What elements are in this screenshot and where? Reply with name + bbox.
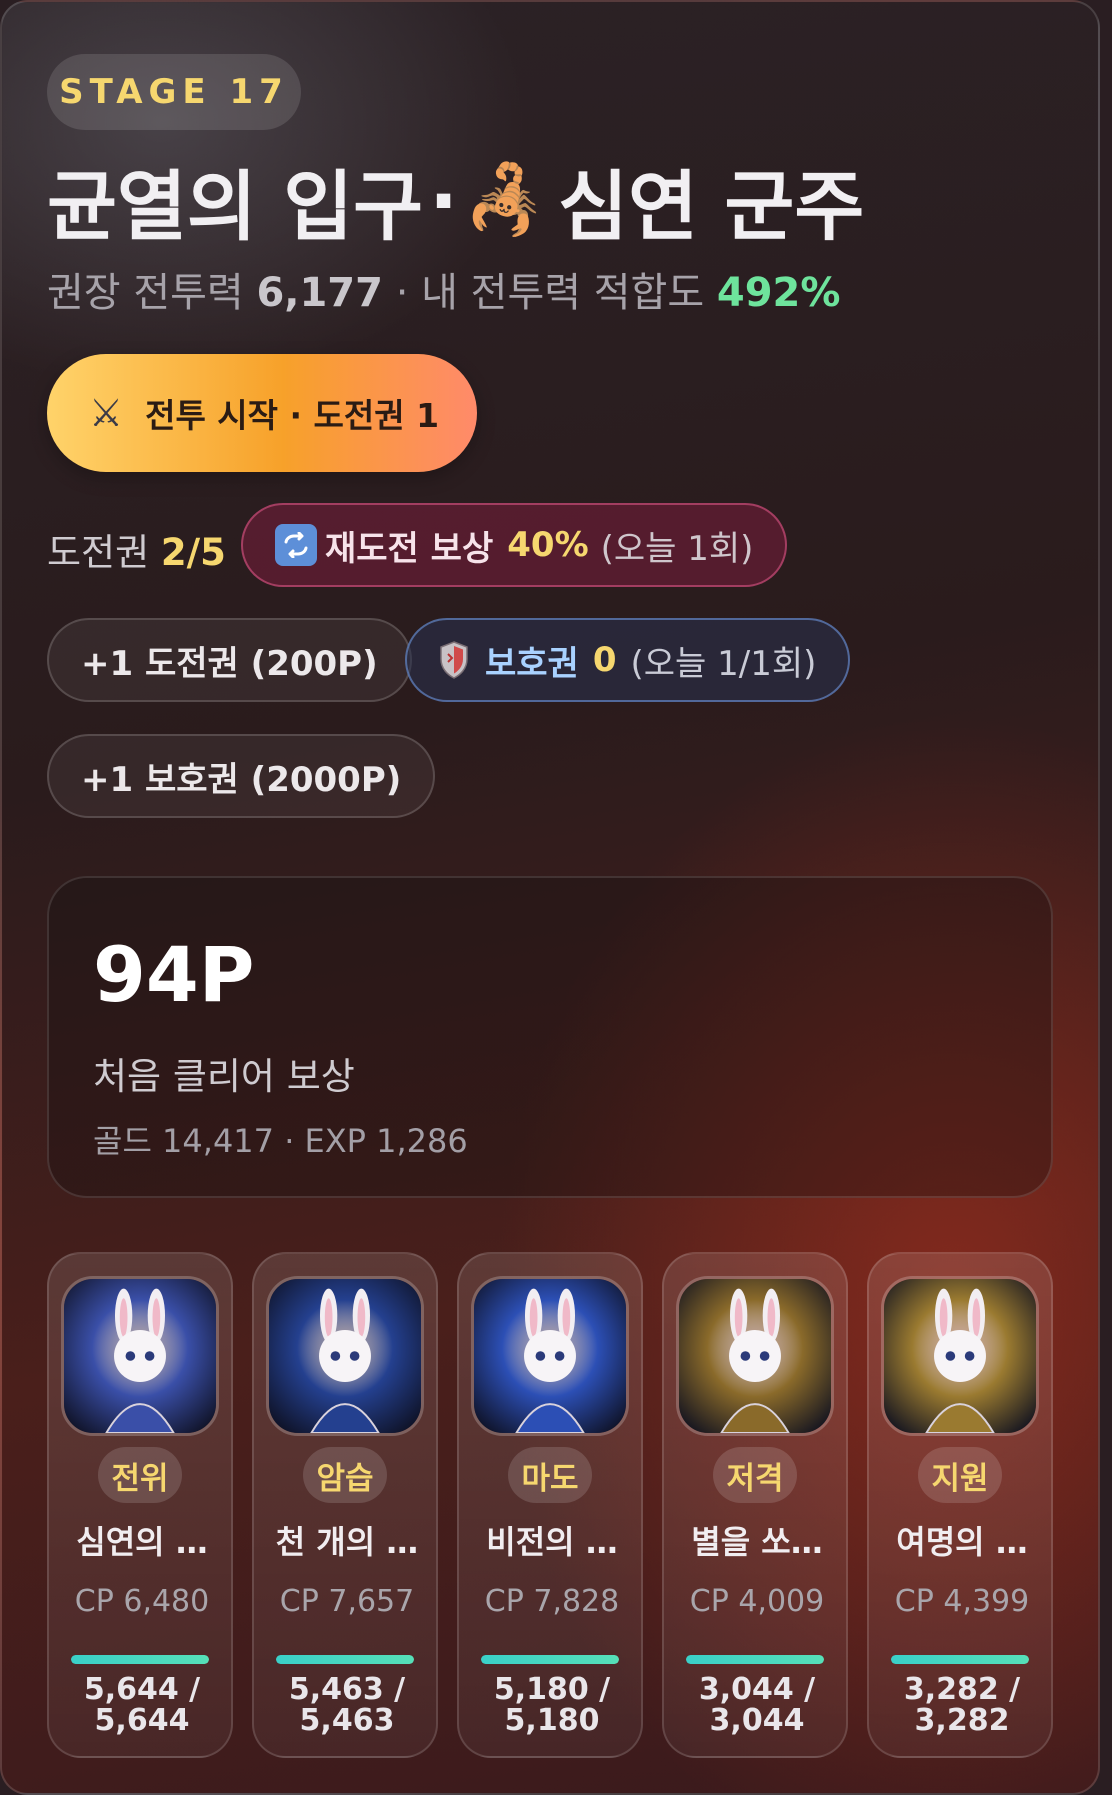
hero-hp-max: 3,044 — [709, 1703, 805, 1738]
hero-card[interactable]: 저격별을 쏘… CP 4,009 3,044 /3,044 — [662, 1252, 848, 1758]
rabbit-hero-image — [269, 1279, 421, 1433]
recommended-power-label: 권장 전투력 — [47, 270, 244, 316]
repeat-icon — [275, 524, 317, 566]
hero-portrait — [471, 1276, 629, 1436]
hero-card[interactable]: 암습천 개의 … CP 7,657 5,463 /5,463 — [252, 1252, 438, 1758]
crossed-swords-icon: ⚔ — [89, 391, 124, 435]
hero-portrait — [676, 1276, 834, 1436]
buy-shield-button[interactable]: +1 보호권 (2000P) — [47, 734, 436, 818]
dungeon-name: 균열의 입구 — [47, 162, 424, 251]
hero-card[interactable]: 마도비전의 … CP 7,828 5,180 /5,180 — [457, 1252, 643, 1758]
recommended-power-value: 6,177 — [256, 270, 383, 316]
stage-label: STAGE 17 — [59, 72, 289, 112]
hero-role-badge: 암습 — [303, 1447, 387, 1503]
fit-value: 492% — [716, 270, 841, 316]
hero-hp-bar-fill — [481, 1655, 619, 1664]
hero-name: 비전의 … — [486, 1523, 618, 1561]
shield-note: (오늘 1/1회) — [630, 643, 817, 684]
hero-hp-bar — [891, 1655, 1029, 1664]
ticket-label: 도전권 — [47, 531, 150, 574]
hero-hp-current: 5,463 / — [288, 1672, 406, 1707]
hero-name: 천 개의 … — [275, 1523, 419, 1561]
hero-portrait — [266, 1276, 424, 1436]
reward-detail: 골드 14,417 · EXP 1,286 — [93, 1122, 468, 1160]
hero-hp-current: 5,644 / — [83, 1672, 201, 1707]
hero-card[interactable]: 지원여명의 … CP 4,399 3,282 /3,282 — [867, 1252, 1053, 1758]
power-summary: 권장 전투력 6,177 · 내 전투력 적합도 492% — [47, 260, 840, 318]
hero-hp-current: 3,044 / — [698, 1672, 816, 1707]
hero-hp-current: 3,282 / — [903, 1672, 1021, 1707]
hero-hp-bar — [276, 1655, 414, 1664]
retry-reward-percent: 40% — [507, 525, 589, 565]
scorpion-icon: 🦂 — [463, 161, 547, 238]
stage-badge: STAGE 17 — [47, 54, 301, 130]
hero-hp-max: 5,644 — [94, 1703, 190, 1738]
hero-card[interactable]: 전위심연의 … CP 6,480 5,644 /5,644 — [47, 1252, 233, 1758]
rabbit-hero-image — [64, 1279, 216, 1433]
fit-label: 내 전투력 적합도 — [421, 270, 705, 316]
hero-cp: CP 4,399 — [894, 1584, 1030, 1619]
hero-hp-max: 5,180 — [504, 1703, 600, 1738]
page-title: 균열의 입구 · 🦂 심연 군주 — [47, 145, 864, 255]
stage-panel: STAGE 17 균열의 입구 · 🦂 심연 군주 권장 전투력 6,177 ·… — [0, 0, 1100, 1795]
start-battle-button[interactable]: ⚔ 전투 시작 · 도전권 1 — [47, 354, 477, 472]
hero-portrait — [61, 1276, 219, 1436]
shield-value: 0 — [592, 640, 617, 680]
power-separator: · — [395, 270, 409, 316]
rabbit-hero-image — [884, 1279, 1036, 1433]
retry-reward-note: (오늘 1회) — [600, 528, 754, 569]
hero-hp-max: 3,282 — [914, 1703, 1010, 1738]
rabbit-hero-image — [474, 1279, 626, 1433]
boss-name: 심연 군주 — [558, 162, 865, 251]
hero-role-badge: 전위 — [98, 1447, 182, 1503]
hero-role-badge: 저격 — [713, 1447, 797, 1503]
hero-hp-bar-fill — [276, 1655, 414, 1664]
shield-label: 보호권 — [485, 643, 579, 684]
title-separator: · — [429, 155, 458, 245]
retry-reward-badge: 재도전 보상 40% (오늘 1회) — [241, 503, 788, 587]
hero-hp: 5,180 /5,180 — [459, 1674, 645, 1736]
hero-hp-bar — [71, 1655, 209, 1664]
buy-ticket-button[interactable]: +1 도전권 (200P) — [47, 618, 412, 702]
hero-hp: 3,044 /3,044 — [664, 1674, 850, 1736]
hero-hp-current: 5,180 / — [493, 1672, 611, 1707]
hero-hp-bar-fill — [686, 1655, 824, 1664]
hero-hp-max: 5,463 — [299, 1703, 395, 1738]
hero-hp: 5,463 /5,463 — [254, 1674, 440, 1736]
hero-hp-bar-fill — [71, 1655, 209, 1664]
hero-hp: 3,282 /3,282 — [869, 1674, 1055, 1736]
start-battle-label: 전투 시작 · 도전권 1 — [145, 396, 440, 435]
ticket-value: 2/5 — [160, 531, 226, 574]
ticket-count: 도전권 2/5 — [47, 522, 226, 576]
reward-label: 처음 클리어 보상 — [93, 1055, 355, 1098]
buy-ticket-label: +1 도전권 (200P) — [81, 643, 378, 684]
hero-name: 심연의 … — [76, 1523, 208, 1561]
retry-reward-label: 재도전 보상 — [325, 528, 494, 569]
hero-cp: CP 7,828 — [484, 1584, 620, 1619]
hero-portrait — [881, 1276, 1039, 1436]
buy-shield-label: +1 보호권 (2000P) — [81, 759, 402, 800]
hero-name: 별을 쏘… — [691, 1523, 823, 1561]
rabbit-hero-image — [679, 1279, 831, 1433]
first-clear-reward-card: 94P 처음 클리어 보상 골드 14,417 · EXP 1,286 — [47, 876, 1053, 1198]
hero-role-badge: 마도 — [508, 1447, 592, 1503]
shield-badge: 보호권 0 (오늘 1/1회) — [405, 618, 851, 702]
hero-hp-bar-fill — [891, 1655, 1029, 1664]
hero-hp-bar — [481, 1655, 619, 1664]
hero-role-badge: 지원 — [918, 1447, 1002, 1503]
hero-hp: 5,644 /5,644 — [49, 1674, 235, 1736]
hero-cp: CP 6,480 — [74, 1584, 210, 1619]
hero-name: 여명의 … — [896, 1523, 1028, 1561]
reward-points: 94P — [93, 930, 255, 1019]
shield-icon — [440, 641, 468, 679]
hero-list: 전위심연의 … CP 6,480 5,644 /5,644 암습천 개의 … CP 7,… — [47, 1252, 1057, 1762]
hero-cp: CP 4,009 — [689, 1584, 825, 1619]
hero-cp: CP 7,657 — [279, 1584, 415, 1619]
hero-hp-bar — [686, 1655, 824, 1664]
